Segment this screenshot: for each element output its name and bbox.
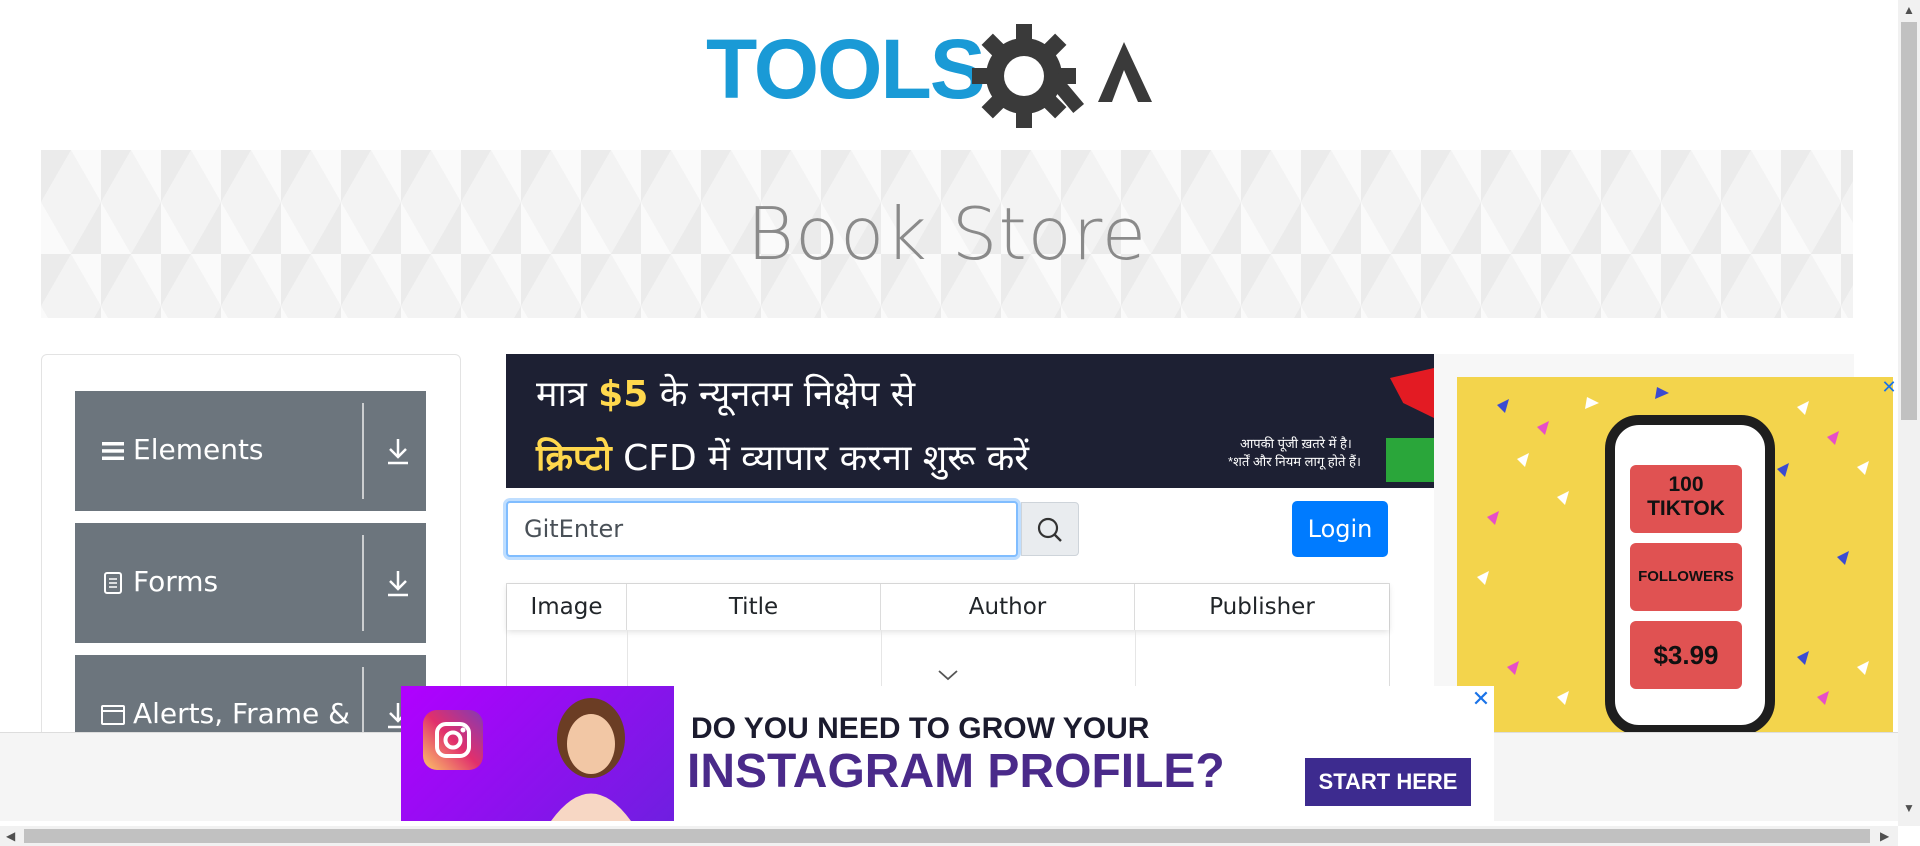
page-banner: Book Store	[41, 150, 1853, 318]
scrollbar-thumb[interactable]	[1901, 22, 1917, 420]
ad-headline-2: INSTAGRAM PROFILE?	[687, 745, 1225, 798]
scroll-left-icon[interactable]: ◀	[6, 830, 15, 842]
column-header-publisher[interactable]: Publisher	[1135, 584, 1389, 630]
ad-note-1: आपकी पूंजी ख़तरे में है।	[1240, 436, 1352, 451]
ad-tiktok[interactable]: 100 TIKTOK FOLLOWERS $3.99	[1457, 377, 1893, 732]
login-button[interactable]: Login	[1292, 501, 1388, 557]
column-header-title[interactable]: Title	[627, 584, 881, 630]
divider	[362, 403, 364, 499]
column-header-author[interactable]: Author	[881, 584, 1135, 630]
horizontal-scrollbar[interactable]: ◀ ▶	[0, 826, 1898, 846]
ad-banner-crypto[interactable]: मात्र $5 के न्यूनतम निक्षेप से क्रिप्टो …	[506, 354, 1434, 488]
ad-brand-mark	[1390, 368, 1434, 418]
scroll-up-icon[interactable]: ▲	[1903, 4, 1915, 16]
ad-line-2: क्रिप्टो CFD में व्यापार करना शुरू करें	[536, 438, 1029, 479]
sidebar-group-label: Alerts, Frame &	[133, 697, 351, 730]
scroll-right-icon[interactable]: ▶	[1880, 830, 1889, 842]
sidebar-group-forms[interactable]: Forms	[75, 523, 426, 643]
sidebar-group-elements[interactable]: Elements	[75, 391, 426, 511]
document-icon	[104, 572, 122, 594]
ad-line-1: मात्र $5 के न्यूनतम निक्षेप से	[536, 374, 916, 415]
ad-cta-button[interactable]	[1386, 438, 1434, 482]
person-illustration	[551, 698, 631, 821]
download-arrow-icon[interactable]	[384, 567, 412, 599]
window-icon	[101, 705, 125, 725]
table-header: Image Title Author Publisher	[507, 584, 1389, 630]
ad-close-icon[interactable]: ✕	[1470, 688, 1492, 710]
logo-tools-text: TOOLS	[706, 22, 984, 116]
ad-headline-1: DO YOU NEED TO GROW YOUR	[691, 712, 1150, 745]
search-icon	[1037, 517, 1062, 542]
search-button[interactable]	[1021, 502, 1079, 556]
logo-a-shape	[1098, 42, 1152, 102]
ad-box-2: FOLLOWERS	[1630, 543, 1742, 611]
divider	[362, 535, 364, 631]
scroll-down-icon[interactable]: ▼	[1903, 802, 1915, 814]
toolsqa-logo[interactable]: TOOLS	[706, 20, 1194, 136]
sidebar-group-label: Forms	[133, 565, 219, 598]
search-box	[506, 501, 1018, 557]
ad-close-icon[interactable]: ✕	[1880, 378, 1898, 396]
sidebar-group-label: Elements	[133, 433, 264, 466]
phone-illustration: 100 TIKTOK FOLLOWERS $3.99	[1605, 415, 1775, 732]
ad-image	[401, 686, 674, 821]
chevron-down-icon[interactable]	[936, 668, 960, 682]
ad-box-3: $3.99	[1630, 621, 1742, 689]
ad-note-2: *शर्तें और नियम लागू होते हैं।	[1228, 454, 1361, 469]
page-title: Book Store	[746, 192, 1148, 276]
menu-icon	[102, 442, 124, 460]
logo-gear-icon	[972, 24, 1085, 128]
start-here-button[interactable]: START HERE	[1305, 758, 1471, 806]
ad-instagram[interactable]: DO YOU NEED TO GROW YOUR INSTAGRAM PROFI…	[401, 686, 1494, 821]
column-header-image[interactable]: Image	[507, 584, 627, 630]
download-arrow-icon[interactable]	[384, 435, 412, 467]
sidebar: Elements Forms Alerts, Frame &	[41, 354, 461, 776]
instagram-logo-icon	[423, 710, 483, 770]
vertical-scrollbar[interactable]: ▲ ▼	[1898, 0, 1920, 826]
search-input[interactable]	[508, 503, 1016, 555]
scrollbar-thumb[interactable]	[24, 829, 1870, 843]
ad-box-1: 100 TIKTOK	[1630, 465, 1742, 533]
